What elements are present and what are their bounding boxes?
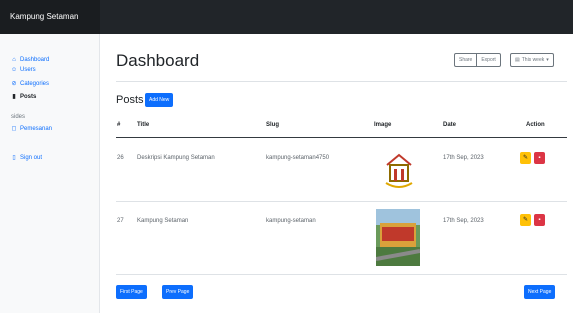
signout-icon: ▯ xyxy=(12,155,16,161)
delete-button[interactable]: ▪ xyxy=(534,214,545,226)
row-divider xyxy=(116,201,567,202)
sidebar-item-signout[interactable]: ▯ Sign out xyxy=(11,154,43,162)
delete-button[interactable]: ▪ xyxy=(534,152,545,164)
row-title: Deskripsi Kampung Setaman xyxy=(137,155,215,161)
row-title: Kampung Setaman xyxy=(137,218,189,224)
row-date: 17th Sep, 2023 xyxy=(443,155,484,161)
post-thumbnail-logo xyxy=(381,147,417,193)
edit-button[interactable]: ✎ xyxy=(520,214,531,226)
sidebar-item-label: Pemesanan xyxy=(20,125,53,132)
first-page-button[interactable]: First Page xyxy=(116,285,147,299)
sidebar-item-label: Categories xyxy=(20,80,50,87)
posts-heading: Posts xyxy=(116,94,144,106)
sidebar-item-users[interactable]: ☺ Users xyxy=(11,67,36,73)
row-id: 26 xyxy=(117,155,124,161)
sidebar-item-label: Posts xyxy=(20,93,37,100)
row-date: 17th Sep, 2023 xyxy=(443,218,484,224)
row-id: 27 xyxy=(117,218,124,224)
row-slug: kampung-setaman4750 xyxy=(266,155,330,161)
home-icon: ⌂ xyxy=(12,57,16,63)
file-icon: ▮ xyxy=(12,94,16,100)
edit-button[interactable]: ✎ xyxy=(520,152,531,164)
next-page-button[interactable]: Next Page xyxy=(524,285,556,299)
this-week-label: This week xyxy=(521,57,545,63)
trash-icon: ▪ xyxy=(538,217,541,223)
prev-page-button[interactable]: Prev Page xyxy=(162,285,194,299)
column-header-slug: Slug xyxy=(266,122,279,128)
sidebar-heading: sides xyxy=(11,114,26,120)
chevron-down-icon: ▾ xyxy=(546,57,549,63)
pencil-icon: ✎ xyxy=(522,217,529,223)
column-header-date: Date xyxy=(443,122,457,128)
page-title: Dashboard xyxy=(116,51,200,70)
pencil-icon: ✎ xyxy=(522,155,529,161)
sidebar: ⌂ Dashboard ☺ Users ⊘ Categories ▮ Posts… xyxy=(0,34,100,313)
export-button[interactable]: Export xyxy=(477,53,501,67)
sidebar-item-dashboard[interactable]: ⌂ Dashboard xyxy=(11,57,49,63)
sidebar-item-label: Users xyxy=(20,67,36,73)
main-content: Dashboard Share Export ▤ This week ▾ Pos… xyxy=(100,34,573,313)
column-header-number: # xyxy=(117,122,121,128)
share-button[interactable]: Share xyxy=(454,53,478,67)
sidebar-item-label: Sign out xyxy=(20,154,43,161)
post-thumbnail-photo xyxy=(376,209,420,266)
column-header-title: Title xyxy=(137,122,150,128)
sidebar-item-posts[interactable]: ▮ Posts xyxy=(11,93,37,101)
trash-icon: ▪ xyxy=(538,155,541,161)
this-week-dropdown[interactable]: ▤ This week ▾ xyxy=(510,53,554,67)
sidebar-item-categories[interactable]: ⊘ Categories xyxy=(11,80,50,88)
share-export-group: Share Export xyxy=(454,53,501,67)
users-icon: ☺ xyxy=(11,67,18,73)
calendar-icon: ▤ xyxy=(515,57,520,63)
top-navbar: Kampung Setaman xyxy=(0,0,573,34)
row-divider xyxy=(116,274,567,275)
column-header-image: Image xyxy=(374,122,392,128)
row-slug: kampung-setaman xyxy=(266,218,316,224)
column-header-action: Action xyxy=(526,122,545,128)
add-new-button[interactable]: Add New xyxy=(145,93,174,107)
tag-icon: ⊘ xyxy=(11,81,17,87)
sidebar-item-pemesanan[interactable]: ◻ Pemesanan xyxy=(11,125,53,133)
table-header-divider xyxy=(116,137,567,138)
file-icon: ◻ xyxy=(11,126,17,132)
brand-link[interactable]: Kampung Setaman xyxy=(0,0,100,34)
title-divider xyxy=(116,81,567,82)
sidebar-item-label: Dashboard xyxy=(20,57,50,63)
